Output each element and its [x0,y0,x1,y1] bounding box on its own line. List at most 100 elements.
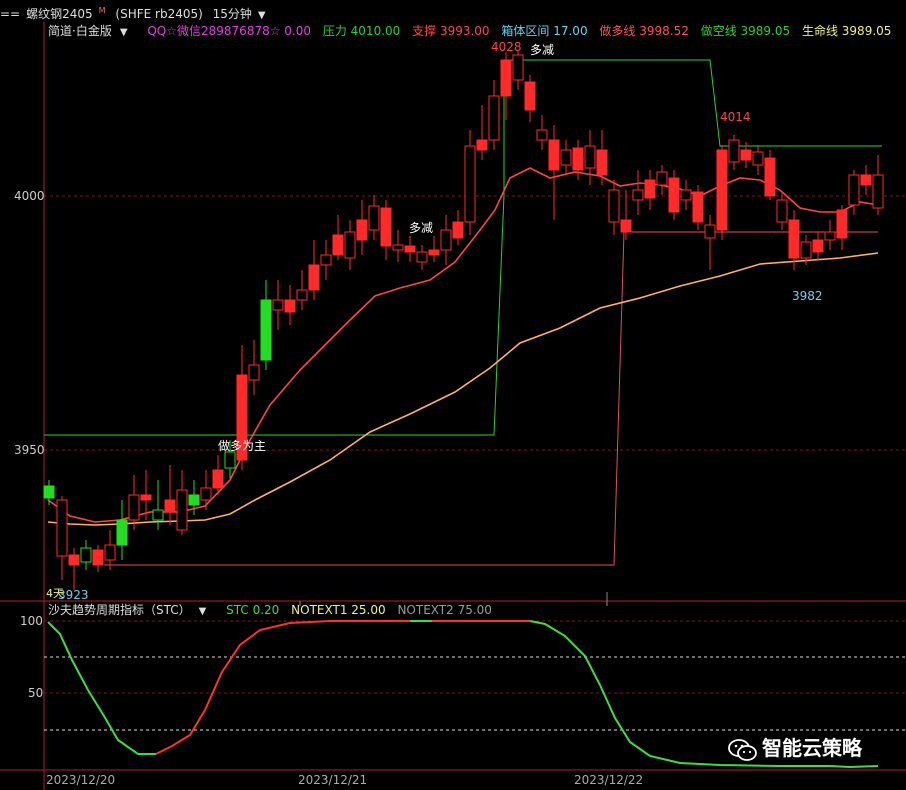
candle-body [92,549,104,566]
notext1-value: NOTEXT1 25.00 [291,603,386,617]
candle-body [644,179,656,199]
candle-body [680,189,692,201]
candle-body [164,499,176,513]
days-label: 4天 [46,587,64,600]
candle-body [260,299,272,361]
candle-body [272,299,284,311]
pressure-line [44,59,882,436]
candle-body [764,157,776,197]
candle-body [800,241,812,259]
candle-body [332,234,344,256]
watermark: 智能云策略 [728,732,898,766]
candle-body [320,254,332,266]
stc-line-green-1 [47,621,156,755]
candle-body [560,149,572,166]
candle-body [596,149,608,176]
candle-body [224,451,236,469]
candle-body [128,494,140,521]
candle-body [248,364,260,381]
candle-body [56,499,68,557]
date-label-3: 2023/12/22 [574,773,644,787]
high-price-label: 4028 [491,40,522,54]
candle-body [308,264,320,291]
wechat-icon [728,738,757,761]
candle-body [608,189,620,223]
candle-body [752,151,764,166]
candle-body [176,489,188,531]
stc-label-100: 100 [20,614,43,628]
candle-body [188,494,200,506]
notext2-value: NOTEXT2 75.00 [397,603,492,617]
candle-body [716,149,728,231]
peak2-label: 4014 [720,110,751,124]
candle-body [740,149,752,161]
stc-indicator-selector[interactable]: 沙夫趋势周期指标（STC） ▼ [48,603,214,617]
candle-body [296,289,308,301]
candle-body [812,239,824,253]
candle-body [428,249,440,256]
candle-body [80,547,92,563]
candle-body [368,205,380,231]
candle-body [43,485,55,499]
candle-body [860,174,872,186]
candle-body [668,177,680,213]
candles [43,50,884,590]
chevron-down-icon: ▼ [198,606,207,617]
chart-canvas[interactable] [0,0,906,790]
stc-line-red-1 [155,620,410,755]
candle-body [452,221,464,239]
candle-body [632,189,644,201]
candle-body [776,199,788,223]
stc-info-bar: 沙夫趋势周期指标（STC） ▼ STC 0.20 NOTEXT1 25.00 NO… [48,602,500,620]
candle-body [500,59,512,97]
candle-body [476,139,488,151]
stc-label-50: 50 [28,686,44,700]
ma-slow-line [47,252,879,526]
candle-body [152,509,164,521]
watermark-text: 智能云策略 [762,736,862,760]
candle-body [356,219,368,241]
candle-body [512,54,524,81]
candle-body [728,139,740,163]
candle-body [524,81,536,111]
low2-label: 3982 [792,289,823,303]
support-line [104,231,878,566]
candle-body [200,487,212,501]
candle-body [836,209,848,239]
candle-body [584,145,596,169]
candle-body [284,299,296,313]
candle-body [392,244,404,251]
candle-body [104,544,116,561]
candle-body [380,207,392,247]
candle-body [116,519,128,546]
date-label-1: 2023/12/20 [46,773,116,787]
candle-body [848,174,860,206]
candle-body [440,229,452,251]
candle-body [404,245,416,253]
mid-signal-label: 多减 [409,221,434,235]
candle-body [572,147,584,171]
candle-body [488,95,500,141]
candle-body [788,219,800,259]
long-main-label: 做多为主 [218,439,267,453]
candle-body [68,554,80,566]
price-label-3950: 3950 [14,443,45,457]
stc-value: STC 0.20 [226,603,280,617]
high-signal-label: 多减 [530,43,555,57]
candle-body [872,174,884,209]
candle-body [140,494,152,501]
candle-body [548,139,560,171]
candle-body [824,231,836,241]
ma-fast-line [47,167,879,523]
candle-body [656,171,668,186]
candle-body [416,251,428,263]
candle-body [704,224,716,239]
candle-body [344,231,356,259]
candle-body [536,129,548,141]
candle-body [620,219,632,233]
candle-body [464,145,476,223]
candle-body [212,469,224,489]
date-label-2: 2023/12/21 [298,773,368,787]
candle-body [692,191,704,223]
price-label-4000: 4000 [14,189,45,203]
